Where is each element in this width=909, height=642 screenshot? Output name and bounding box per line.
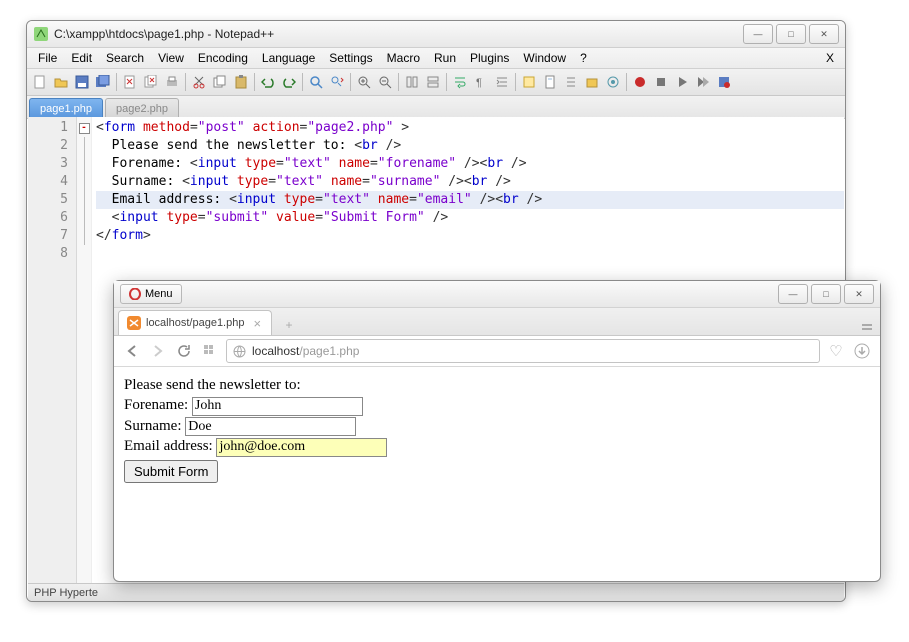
forename-field[interactable]: [192, 397, 363, 416]
url-path: /page1.php: [299, 344, 359, 358]
allchars-icon[interactable]: ¶: [471, 72, 491, 92]
opera-titlebar[interactable]: Menu — □ ✕: [114, 281, 880, 308]
closeall-icon[interactable]: [141, 72, 161, 92]
tabs-menu-icon[interactable]: [860, 321, 874, 335]
menu-view[interactable]: View: [151, 49, 191, 67]
menu-help[interactable]: ?: [573, 49, 594, 67]
find-icon[interactable]: [306, 72, 326, 92]
sync-v-icon[interactable]: [402, 72, 422, 92]
browser-close-button[interactable]: ✕: [844, 284, 874, 304]
maximize-button[interactable]: □: [776, 24, 806, 44]
docmap-icon[interactable]: [540, 72, 560, 92]
cut-icon[interactable]: [189, 72, 209, 92]
email-field[interactable]: [216, 438, 387, 457]
npp-title: C:\xampp\htdocs\page1.php - Notepad++: [54, 27, 740, 41]
file-tab-label: page2.php: [116, 103, 168, 115]
npp-menubar: File Edit Search View Encoding Language …: [27, 48, 845, 69]
submit-button[interactable]: Submit Form: [124, 460, 218, 483]
copy-icon[interactable]: [210, 72, 230, 92]
new-icon[interactable]: [30, 72, 50, 92]
status-text: PHP Hyperte: [34, 587, 98, 599]
print-icon[interactable]: [162, 72, 182, 92]
npp-toolbar: ¶: [27, 69, 845, 96]
menu-plugins[interactable]: Plugins: [463, 49, 516, 67]
browser-maximize-button[interactable]: □: [811, 284, 841, 304]
email-label: Email address:: [124, 438, 216, 454]
menu-search[interactable]: Search: [99, 49, 151, 67]
folder-as-ws-icon[interactable]: [582, 72, 602, 92]
menu-encoding[interactable]: Encoding: [191, 49, 255, 67]
url-host: localhost: [252, 344, 299, 358]
surname-field[interactable]: [185, 417, 356, 436]
fold-gutter[interactable]: -: [77, 117, 92, 583]
userlang-icon[interactable]: [519, 72, 539, 92]
line-number-gutter: 12345678: [28, 117, 77, 583]
menu-window[interactable]: Window: [516, 49, 573, 67]
menu-close-x[interactable]: X: [819, 49, 841, 67]
play-icon[interactable]: [672, 72, 692, 92]
tab-close-icon[interactable]: ×: [253, 316, 261, 331]
svg-text:¶: ¶: [476, 77, 482, 89]
menu-macro[interactable]: Macro: [380, 49, 427, 67]
save-icon[interactable]: [72, 72, 92, 92]
browser-minimize-button[interactable]: —: [778, 284, 808, 304]
opera-window: Menu — □ ✕ localhost/page1.php × + local…: [113, 280, 881, 582]
replace-icon[interactable]: [327, 72, 347, 92]
downloads-button[interactable]: [852, 341, 872, 361]
bookmark-button[interactable]: ♡: [826, 341, 846, 361]
savemacro-icon[interactable]: [714, 72, 734, 92]
saveall-icon[interactable]: [93, 72, 113, 92]
browser-tabbar: localhost/page1.php × +: [114, 308, 880, 336]
tab-label: localhost/page1.php: [146, 317, 244, 329]
close-button[interactable]: ✕: [809, 24, 839, 44]
wordwrap-icon[interactable]: [450, 72, 470, 92]
menu-settings[interactable]: Settings: [322, 49, 379, 67]
stop-icon[interactable]: [651, 72, 671, 92]
npp-statusbar: PHP Hyperte: [28, 583, 844, 601]
paste-icon[interactable]: [231, 72, 251, 92]
url-bar[interactable]: localhost/page1.php: [226, 339, 820, 363]
close-file-icon[interactable]: [120, 72, 140, 92]
record-icon[interactable]: [630, 72, 650, 92]
browser-navbar: localhost/page1.php ♡: [114, 336, 880, 367]
menu-edit[interactable]: Edit: [64, 49, 99, 67]
file-tab-page2[interactable]: page2.php: [105, 98, 179, 118]
sync-h-icon[interactable]: [423, 72, 443, 92]
open-icon[interactable]: [51, 72, 71, 92]
opera-menu-button[interactable]: Menu: [120, 284, 182, 304]
monitor-icon[interactable]: [603, 72, 623, 92]
new-tab-button[interactable]: +: [278, 315, 300, 335]
forename-label: Forename:: [124, 397, 192, 413]
forward-button[interactable]: [148, 341, 168, 361]
globe-icon: [233, 345, 246, 358]
menu-label: Menu: [145, 288, 173, 300]
npp-tabbar: page1.php page2.php: [27, 96, 845, 119]
surname-label: Surname:: [124, 418, 185, 434]
npp-titlebar[interactable]: C:\xampp\htdocs\page1.php - Notepad++ — …: [27, 21, 845, 48]
redo-icon[interactable]: [279, 72, 299, 92]
page-heading: Please send the newsletter to:: [124, 375, 870, 395]
menu-file[interactable]: File: [31, 49, 64, 67]
back-button[interactable]: [122, 341, 142, 361]
file-tab-label: page1.php: [40, 103, 92, 115]
funclist-icon[interactable]: [561, 72, 581, 92]
file-tab-page1[interactable]: page1.php: [29, 98, 103, 118]
zoomin-icon[interactable]: [354, 72, 374, 92]
browser-tab[interactable]: localhost/page1.php ×: [118, 310, 272, 335]
menu-language[interactable]: Language: [255, 49, 322, 67]
speed-dial-button[interactable]: [200, 341, 220, 361]
menu-run[interactable]: Run: [427, 49, 463, 67]
opera-icon: [129, 288, 141, 300]
zoomout-icon[interactable]: [375, 72, 395, 92]
playmulti-icon[interactable]: [693, 72, 713, 92]
npp-app-icon: [33, 26, 49, 42]
undo-icon[interactable]: [258, 72, 278, 92]
indent-icon[interactable]: [492, 72, 512, 92]
minimize-button[interactable]: —: [743, 24, 773, 44]
reload-button[interactable]: [174, 341, 194, 361]
xampp-icon: [127, 316, 141, 330]
browser-page: Please send the newsletter to: Forename:…: [114, 367, 880, 491]
